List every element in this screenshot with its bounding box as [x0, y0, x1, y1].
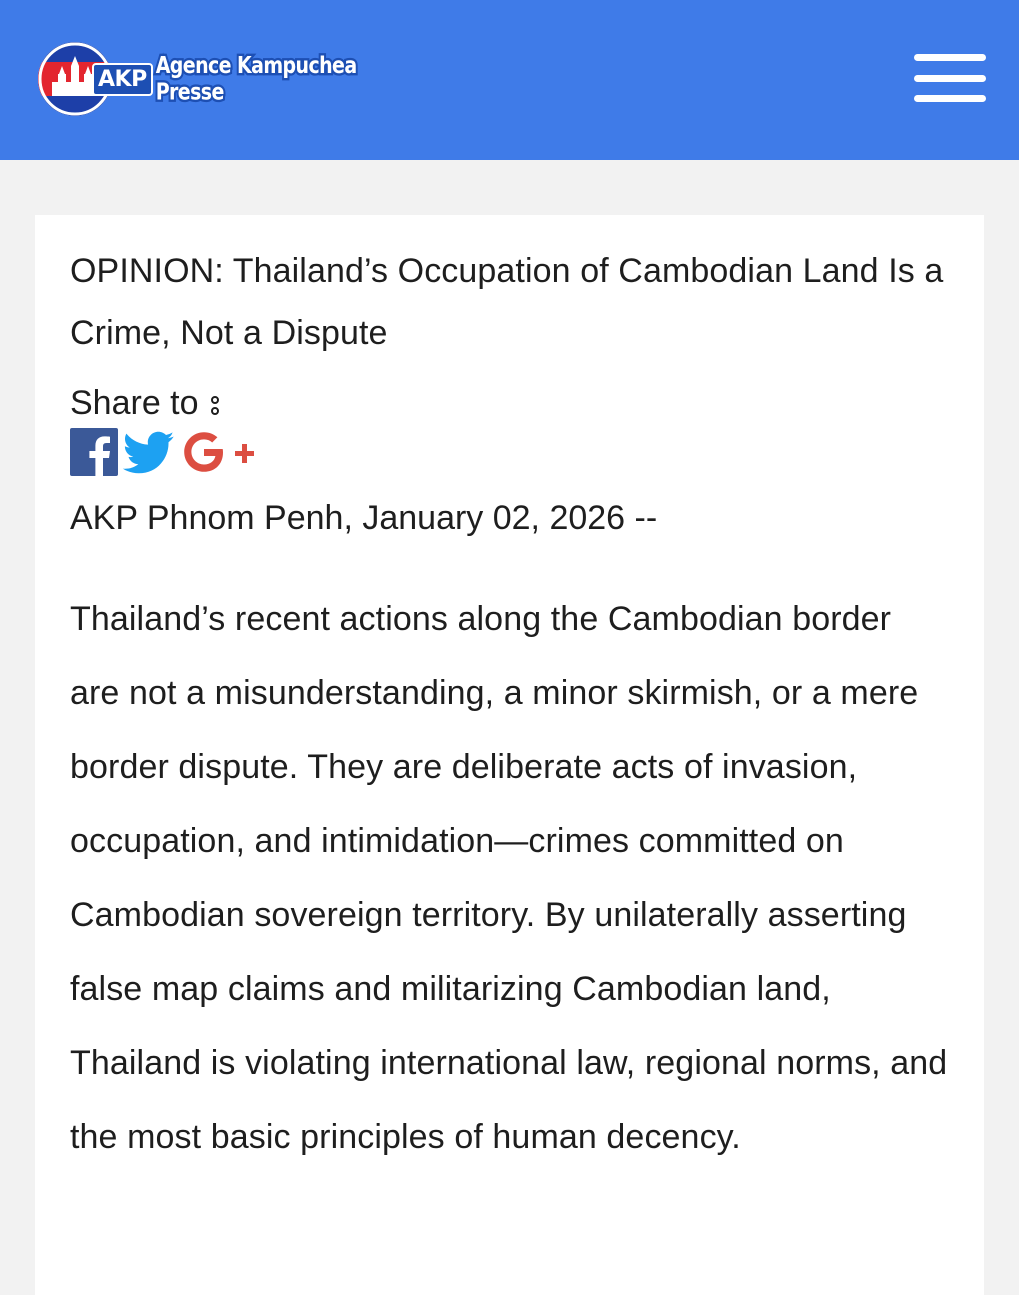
article: OPINION: Thailand’s Occupation of Cambod…	[70, 240, 950, 1174]
article-dateline: AKP Phnom Penh, January 02, 2026 --	[70, 499, 658, 537]
article-headline: OPINION: Thailand’s Occupation of Cambod…	[70, 252, 944, 352]
menu-bar	[914, 74, 986, 82]
logo-abbr: AKP	[92, 62, 153, 96]
hamburger-icon[interactable]	[914, 54, 986, 102]
share-label: Share to	[70, 384, 199, 422]
menu-bar	[914, 95, 986, 102]
social-share-buttons	[70, 427, 950, 481]
site-logo[interactable]: AKP Agence Kampuchea Presse	[38, 41, 418, 117]
more-vertical-icon[interactable]	[210, 390, 219, 416]
article-body: Thailand’s recent actions along the Camb…	[70, 600, 948, 1156]
logo-name: Agence Kampuchea Presse	[154, 50, 359, 108]
dot	[210, 395, 219, 404]
dot	[210, 406, 219, 415]
site-header: AKP Agence Kampuchea Presse	[0, 0, 1019, 160]
menu-bar	[914, 54, 986, 61]
google-plus-icon[interactable]	[180, 428, 258, 481]
logo-text: AKP Agence Kampuchea Presse	[92, 50, 418, 108]
share-row: Share to	[70, 382, 950, 424]
facebook-icon[interactable]	[70, 427, 118, 481]
twitter-icon[interactable]	[122, 428, 176, 481]
